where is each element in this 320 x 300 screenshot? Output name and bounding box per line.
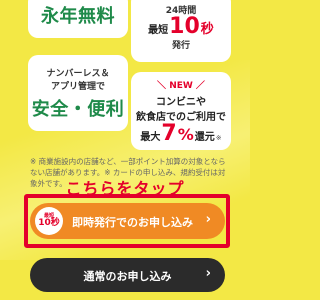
chevron-right-icon: › [205,212,211,227]
feature-pay-pct: % [177,124,194,144]
instant-issue-label: 即時発行でのお申し込み [72,216,193,229]
chevron-right-icon: › [205,266,211,281]
feature-safe-main: 安全・便利 [31,98,125,120]
fast-badge: 最短 10秒 [35,207,63,235]
screen: 永年無料 24時間 最短 10 秒 発行 ナンバーレス＆ アプリ管理で 安全・便… [0,0,250,300]
feature-fast-suffix: 発行 [171,41,190,51]
normal-application-button[interactable]: 通常のお申し込み › [30,258,225,292]
feature-pay-note: ※ [215,133,222,142]
feature-pay-number: 7 [161,120,177,146]
feature-fast-unit: 秒 [200,22,214,37]
feature-card-fast: 24時間 最短 10 秒 発行 [131,0,231,62]
feature-card-pay: ＼ NEW ／ コンビニや 飲食店でのご利用で 最大 7 % 還元 ※ [131,72,231,150]
normal-application-label: 通常のお申し込み [83,270,172,283]
feature-safe-line2: アプリ管理で [50,81,105,92]
feature-pay-line2: 飲食店でのご利用で [136,111,226,123]
feature-free-text: 永年無料 [41,6,115,27]
instant-issue-button[interactable]: 最短 10秒 即時発行でのお申し込み › [30,203,225,239]
feature-pay-prefix: 最大 [140,131,161,143]
feature-card-safe: ナンバーレス＆ アプリ管理で 安全・便利 [28,55,128,131]
feature-fast-row: 最短 10 秒 [148,16,214,38]
badge-main: 10秒 [38,218,60,228]
feature-card-free: 永年無料 [28,0,128,38]
feature-pay-tag-text: NEW [169,80,193,91]
feature-pay-line1: コンビニや [156,96,206,108]
feature-pay-tag: ＼ NEW ／ [157,80,205,91]
feature-pay-suffix: 還元 [194,131,215,143]
feature-safe-line1: ナンバーレス＆ [46,68,110,79]
feature-fast-number: 10 [169,14,200,39]
feature-fast-prefix: 最短 [148,25,169,36]
feature-pay-row: 最大 7 % 還元 ※ [140,120,222,146]
